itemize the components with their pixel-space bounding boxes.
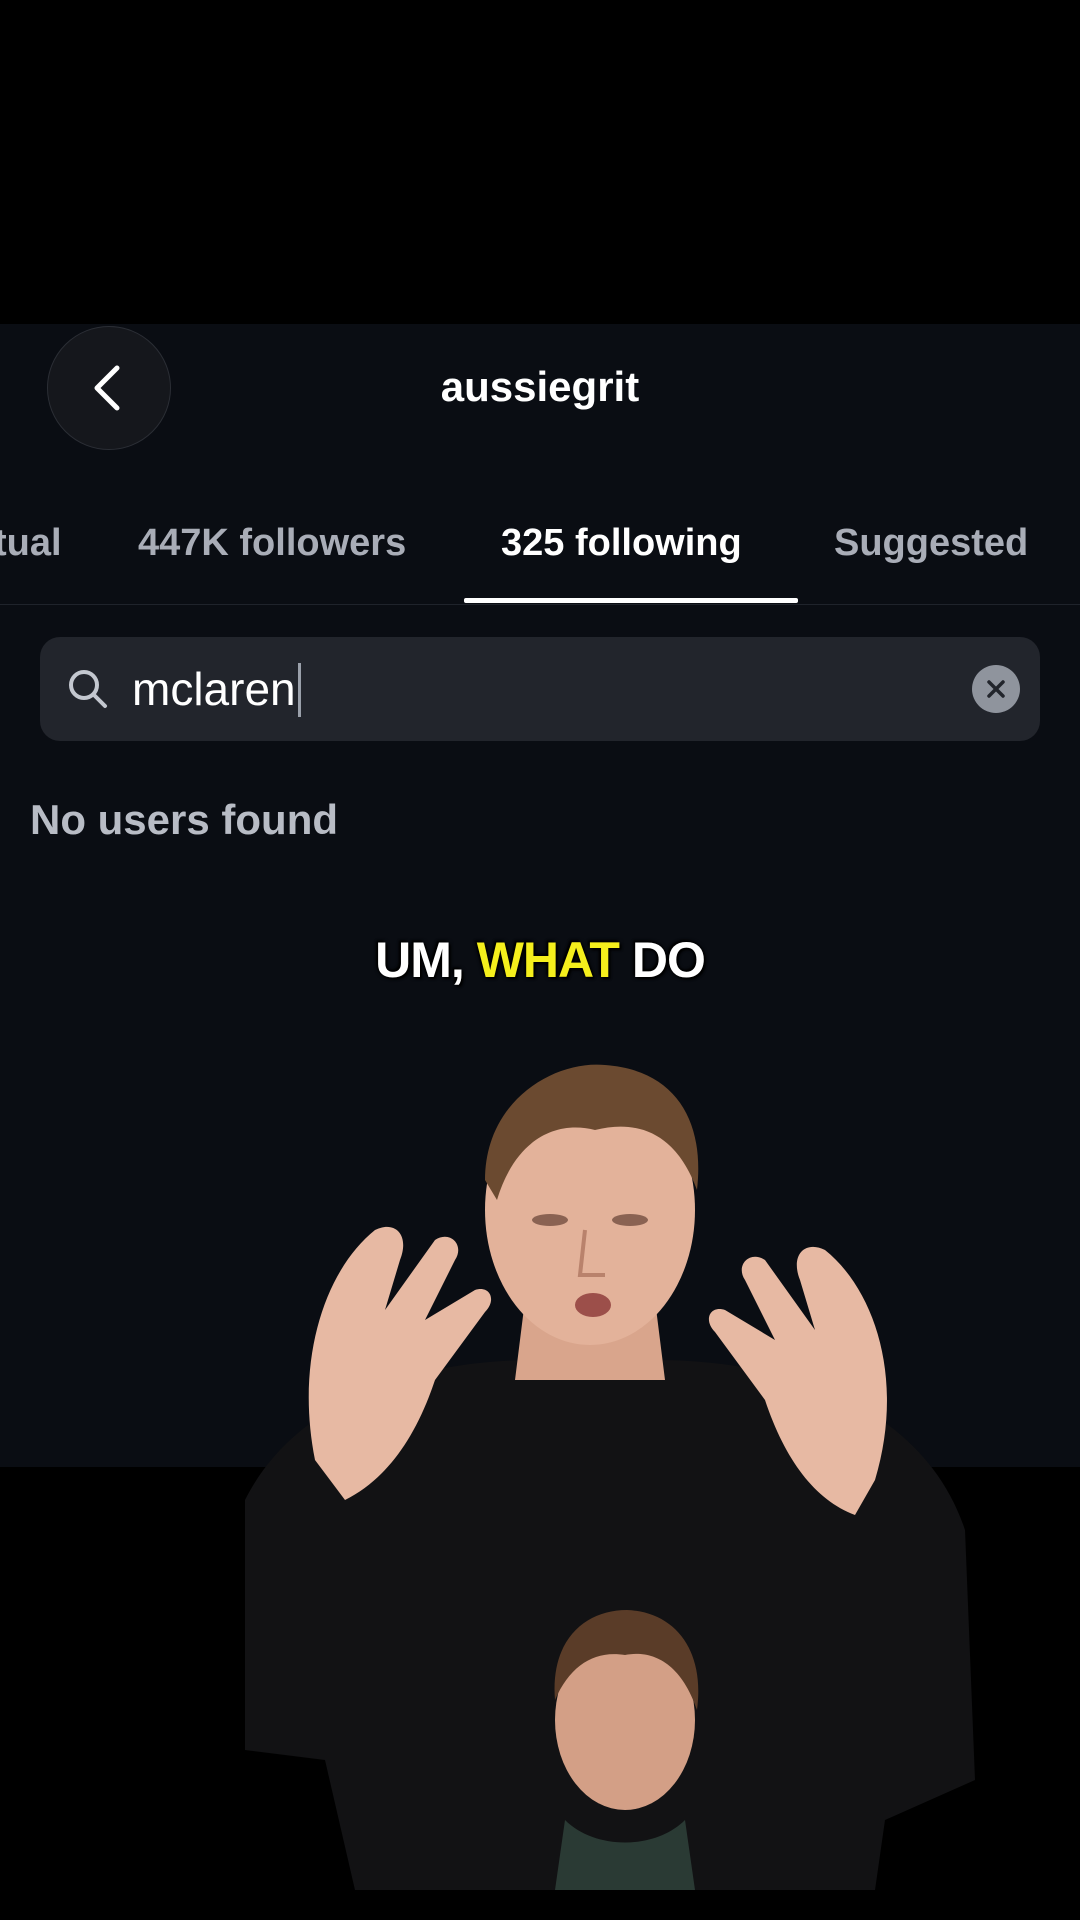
video-caption: UM, WHAT DO [0, 928, 1080, 992]
text-caret [297, 662, 301, 717]
close-icon [987, 680, 1005, 698]
caption-word: UM, [375, 932, 465, 988]
tab-suggested[interactable]: Suggested [834, 500, 1028, 606]
search-icon [69, 670, 107, 708]
clear-search-button[interactable] [972, 665, 1020, 713]
tab-bar: tual 447K followers 325 following Sugges… [0, 500, 1080, 606]
tab-followers[interactable]: 447K followers [138, 500, 406, 606]
video-frame: aussiegrit tual 447K followers 325 follo… [0, 0, 1080, 1920]
tab-mutual[interactable]: tual [0, 500, 62, 606]
active-tab-indicator [464, 598, 798, 603]
search-value[interactable]: mclaren [132, 655, 301, 723]
no-results-message: No users found [30, 796, 339, 843]
tab-following[interactable]: 325 following [501, 500, 742, 606]
tab-divider [0, 604, 1080, 605]
search-query-text: mclaren [132, 663, 296, 715]
profile-username-title: aussiegrit [440, 363, 640, 410]
presenter-image [245, 1064, 975, 1890]
caption-highlight-word: WHAT [476, 932, 620, 988]
caption-word: DO [631, 932, 706, 988]
search-input[interactable]: mclaren [40, 637, 1040, 741]
presenter-overlay [235, 1060, 975, 1890]
